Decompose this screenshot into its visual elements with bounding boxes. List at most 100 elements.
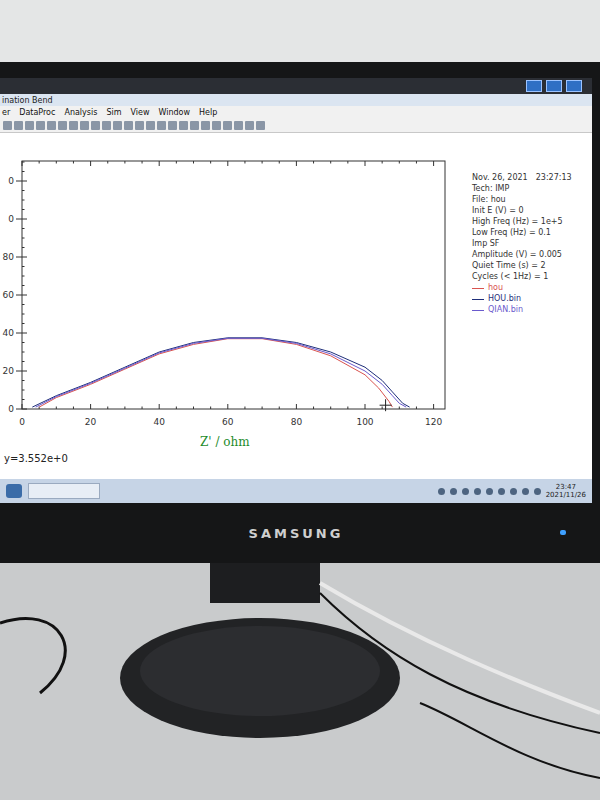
- tool-icon[interactable]: [3, 121, 12, 130]
- clock[interactable]: 23:472021/11/26: [546, 483, 586, 499]
- tool-icon[interactable]: [223, 121, 232, 130]
- legend-label: QIAN.bin: [488, 305, 523, 315]
- taskbar: 23:472021/11/26: [0, 479, 592, 503]
- desk: [0, 563, 600, 800]
- menu-item[interactable]: Analysis: [64, 108, 97, 117]
- tool-icon[interactable]: [124, 121, 133, 130]
- legend-swatch: [472, 310, 484, 311]
- tool-icon[interactable]: [146, 121, 155, 130]
- info-line: High Freq (Hz) = 1e+5: [472, 217, 572, 227]
- tool-icon[interactable]: [212, 121, 221, 130]
- tool-icon[interactable]: [91, 121, 100, 130]
- info-line: Quiet Time (s) = 2: [472, 261, 572, 271]
- brand-logo: SAMSUNG: [249, 526, 344, 541]
- tool-icon[interactable]: [58, 121, 67, 130]
- series-line: [36, 338, 407, 407]
- monitor-stand-icon: [0, 563, 600, 800]
- y-tick-label: 0: [8, 404, 14, 414]
- tray-icon[interactable]: [474, 488, 481, 495]
- tool-icon[interactable]: [69, 121, 78, 130]
- info-line: Tech: IMP: [472, 184, 572, 194]
- tray-icon[interactable]: [498, 488, 505, 495]
- tool-icon[interactable]: [157, 121, 166, 130]
- remote-icon[interactable]: [566, 80, 582, 92]
- menu-item[interactable]: Sim: [106, 108, 121, 117]
- x-axis-label: Z' / ohm: [200, 435, 250, 449]
- clock-time: 23:47: [556, 483, 576, 491]
- info-line: Amplitude (V) = 0.005: [472, 250, 572, 260]
- y-tick-label: 0: [8, 176, 14, 186]
- tool-icon[interactable]: [14, 121, 23, 130]
- tool-icon[interactable]: [179, 121, 188, 130]
- tool-icon[interactable]: [190, 121, 199, 130]
- tool-icon[interactable]: [102, 121, 111, 130]
- menu-bar: er DataProc Analysis Sim View Window Help: [0, 106, 592, 118]
- menu-item[interactable]: DataProc: [19, 108, 55, 117]
- y-tick-label: 40: [3, 328, 15, 338]
- legend-item: hou: [472, 283, 572, 293]
- tray-icon[interactable]: [522, 488, 529, 495]
- tool-icon[interactable]: [234, 121, 243, 130]
- tool-icon[interactable]: [113, 121, 122, 130]
- y-tick-label: 80: [3, 252, 15, 262]
- window-title: ination Bend: [2, 96, 53, 105]
- info-date: Nov. 26, 2021: [472, 173, 528, 183]
- info-time: 23:27:13: [536, 173, 572, 183]
- wall: [0, 0, 600, 62]
- tool-icon[interactable]: [80, 121, 89, 130]
- menu-item[interactable]: View: [130, 108, 149, 117]
- tool-icon[interactable]: [245, 121, 254, 130]
- legend-label: hou: [488, 283, 503, 293]
- toolbar: [0, 118, 592, 133]
- system-tray: 23:472021/11/26: [438, 483, 586, 499]
- power-led-icon: [560, 530, 566, 535]
- x-tick-label: 100: [356, 417, 373, 427]
- menu-item[interactable]: Help: [199, 108, 217, 117]
- x-tick-label: 60: [222, 417, 234, 427]
- info-line: Imp SF: [472, 239, 572, 249]
- tray-icon[interactable]: [510, 488, 517, 495]
- info-line: Init E (V) = 0: [472, 206, 572, 216]
- menu-item[interactable]: er: [2, 108, 10, 117]
- y-tick-label: 20: [3, 366, 15, 376]
- tool-icon[interactable]: [201, 121, 210, 130]
- remote-icon[interactable]: [526, 80, 542, 92]
- legend-item: HOU.bin: [472, 294, 572, 304]
- screen: ination Bend er DataProc Analysis Sim View Win…: [0, 78, 592, 503]
- status-bar: y=3.552e+0: [0, 451, 592, 465]
- y-tick-label: 60: [3, 290, 15, 300]
- x-tick-label: 20: [85, 417, 97, 427]
- info-header: Nov. 26, 2021 23:27:13: [472, 173, 572, 183]
- series-line: [39, 339, 392, 407]
- tray-icon[interactable]: [486, 488, 493, 495]
- tray-icon[interactable]: [534, 488, 541, 495]
- info-line: File: hou: [472, 195, 572, 205]
- clock-date: 2021/11/26: [546, 491, 586, 499]
- tray-icon[interactable]: [450, 488, 457, 495]
- cursor-icon: [380, 399, 392, 411]
- x-tick-label: 40: [153, 417, 165, 427]
- legend-label: HOU.bin: [488, 294, 521, 304]
- tool-icon[interactable]: [25, 121, 34, 130]
- remote-icon[interactable]: [546, 80, 562, 92]
- plot-frame: [22, 161, 445, 409]
- start-icon[interactable]: [6, 484, 22, 498]
- title-bar: ination Bend: [0, 94, 592, 106]
- x-tick-label: 80: [291, 417, 303, 427]
- tray-icon[interactable]: [462, 488, 469, 495]
- tray-icon[interactable]: [438, 488, 445, 495]
- x-axis-title: Z' / ohm: [0, 433, 592, 451]
- tool-icon[interactable]: [36, 121, 45, 130]
- tool-icon[interactable]: [256, 121, 265, 130]
- tool-icon[interactable]: [135, 121, 144, 130]
- x-tick-label: 120: [425, 417, 442, 427]
- menu-item[interactable]: Window: [158, 108, 190, 117]
- nyquist-plot: 02040608010012000806040200: [0, 133, 460, 433]
- task-button[interactable]: [28, 483, 100, 499]
- tool-icon[interactable]: [47, 121, 56, 130]
- y-tick-label: 0: [8, 214, 14, 224]
- remote-bar: [0, 78, 592, 94]
- legend-item: QIAN.bin: [472, 305, 572, 315]
- graph-window: 02040608010012000806040200Nov. 26, 20212…: [0, 133, 592, 479]
- tool-icon[interactable]: [168, 121, 177, 130]
